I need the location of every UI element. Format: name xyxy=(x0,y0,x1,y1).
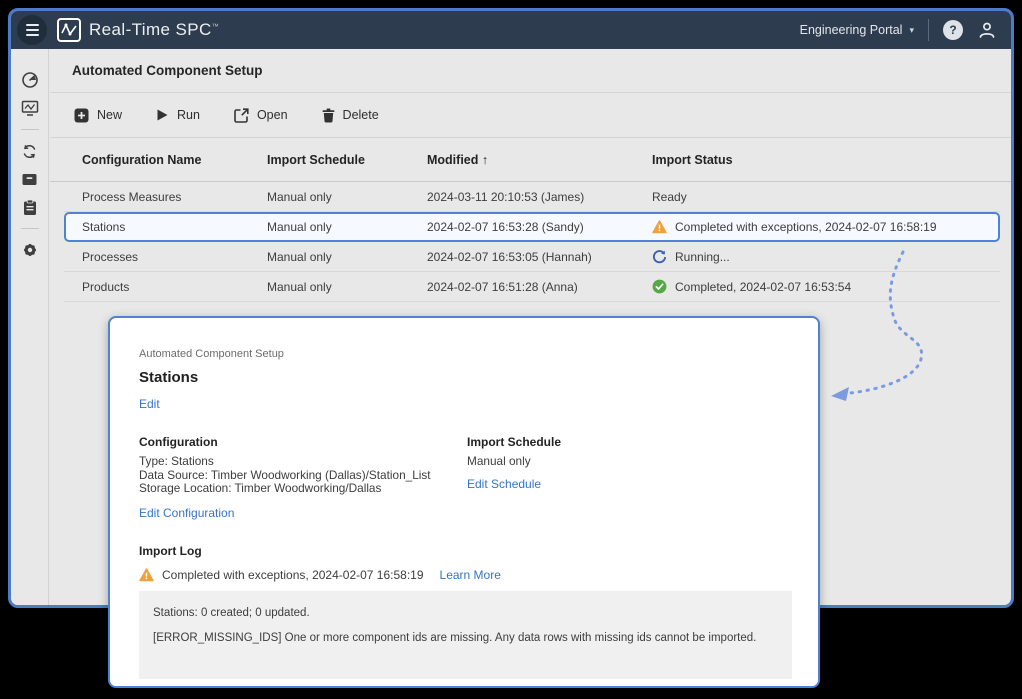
spc-logo-icon xyxy=(57,18,81,42)
plus-icon xyxy=(74,108,89,123)
open-external-icon xyxy=(234,108,249,123)
import-schedule: Manual only xyxy=(267,250,427,264)
page-header: Automated Component Setup xyxy=(50,49,1011,93)
import-log-section: Import Log Completed with exceptions, 20… xyxy=(139,544,788,679)
sidebar-item-archive[interactable] xyxy=(17,166,43,192)
left-sidebar xyxy=(11,49,49,605)
status-text: Running... xyxy=(675,250,730,264)
top-bar: Real-Time SPC™ Engineering Portal ▾ ? xyxy=(11,11,1011,49)
user-icon[interactable] xyxy=(977,20,997,40)
table-header: Configuration Name Import Schedule Modif… xyxy=(50,138,1011,182)
detail-panel: Automated Component Setup Stations Edit … xyxy=(108,316,820,688)
table-row-stations[interactable]: Stations Manual only 2024-02-07 16:53:28… xyxy=(64,212,1000,242)
portal-dropdown[interactable]: Engineering Portal ▾ xyxy=(800,23,914,37)
modified: 2024-03-11 20:10:53 (James) xyxy=(427,190,652,204)
edit-schedule-link[interactable]: Edit Schedule xyxy=(467,477,541,491)
gauge-icon xyxy=(21,71,39,89)
hamburger-menu-icon[interactable] xyxy=(17,15,47,45)
warning-icon xyxy=(652,220,667,235)
panel-title: Stations xyxy=(139,369,788,386)
import-schedule-value: Manual only xyxy=(467,455,561,469)
column-import-schedule[interactable]: Import Schedule xyxy=(267,153,427,167)
sidebar-divider xyxy=(21,129,39,130)
topbar-divider xyxy=(928,19,929,41)
import-schedule: Manual only xyxy=(267,220,427,234)
warning-icon xyxy=(139,568,154,582)
config-type: Type: Stations xyxy=(139,455,467,469)
log-status-text: Completed with exceptions, 2024-02-07 16… xyxy=(162,568,424,582)
configuration-heading: Configuration xyxy=(139,435,467,449)
success-icon xyxy=(652,279,667,294)
column-configuration-name[interactable]: Configuration Name xyxy=(82,153,267,167)
gear-icon xyxy=(21,241,39,259)
config-data-source: Data Source: Timber Woodworking (Dallas)… xyxy=(139,469,467,483)
modified: 2024-02-07 16:53:05 (Hannah) xyxy=(427,250,652,264)
edit-configuration-link[interactable]: Edit Configuration xyxy=(139,506,234,520)
table-row-processes[interactable]: Processes Manual only 2024-02-07 16:53:0… xyxy=(64,242,1000,272)
chart-monitor-icon xyxy=(21,99,39,117)
play-icon xyxy=(156,108,169,122)
log-output-box: Stations: 0 created; 0 updated. [ERROR_M… xyxy=(139,591,792,679)
config-name: Process Measures xyxy=(82,190,267,204)
page-title: Automated Component Setup xyxy=(72,63,263,78)
run-button[interactable]: Run xyxy=(156,108,200,122)
log-line: Stations: 0 created; 0 updated. xyxy=(153,607,778,619)
status-text: Completed, 2024-02-07 16:53:54 xyxy=(675,280,851,294)
trademark: ™ xyxy=(212,23,219,30)
log-line: [ERROR_MISSING_IDS] One or more componen… xyxy=(153,632,778,644)
config-name: Products xyxy=(82,280,267,294)
import-log-heading: Import Log xyxy=(139,544,788,558)
app-title: Real-Time SPC™ xyxy=(89,20,219,40)
panel-eyebrow: Automated Component Setup xyxy=(139,348,788,360)
chevron-down-icon: ▾ xyxy=(909,25,914,36)
clipboard-icon xyxy=(22,199,38,216)
configuration-section: Configuration Type: Stations Data Source… xyxy=(139,435,467,522)
sidebar-item-clipboard[interactable] xyxy=(17,194,43,220)
sidebar-item-sync[interactable] xyxy=(17,138,43,164)
import-schedule-heading: Import Schedule xyxy=(467,435,561,449)
modified: 2024-02-07 16:51:28 (Anna) xyxy=(427,280,652,294)
new-button[interactable]: New xyxy=(74,108,122,123)
edit-link[interactable]: Edit xyxy=(139,397,160,411)
import-status: Ready xyxy=(652,190,1000,204)
sidebar-item-settings[interactable] xyxy=(17,237,43,263)
status-text: Completed with exceptions, 2024-02-07 16… xyxy=(675,220,937,234)
config-name: Stations xyxy=(82,220,267,234)
trash-icon xyxy=(322,108,335,123)
help-icon[interactable]: ? xyxy=(943,20,963,40)
import-status: Completed, 2024-02-07 16:53:54 xyxy=(652,279,1000,294)
sidebar-divider xyxy=(21,228,39,229)
column-import-status[interactable]: Import Status xyxy=(652,153,1011,167)
import-status: Completed with exceptions, 2024-02-07 16… xyxy=(652,220,998,235)
screen: Real-Time SPC™ Engineering Portal ▾ ? xyxy=(0,0,1022,699)
table-row-products[interactable]: Products Manual only 2024-02-07 16:51:28… xyxy=(64,272,1000,302)
modified: 2024-02-07 16:53:28 (Sandy) xyxy=(427,220,652,234)
import-schedule: Manual only xyxy=(267,190,427,204)
config-storage-location: Storage Location: Timber Woodworking/Dal… xyxy=(139,482,467,496)
delete-button[interactable]: Delete xyxy=(322,108,379,123)
table-row-process-measures[interactable]: Process Measures Manual only 2024-03-11 … xyxy=(64,182,1000,212)
sort-ascending-icon: ↑ xyxy=(482,153,488,167)
column-modified[interactable]: Modified ↑ xyxy=(427,153,652,167)
import-schedule-section: Import Schedule Manual only Edit Schedul… xyxy=(467,435,561,522)
running-icon xyxy=(652,249,667,264)
import-status: Running... xyxy=(652,249,1000,264)
sync-icon xyxy=(21,143,38,160)
archive-icon xyxy=(21,171,38,188)
config-name: Processes xyxy=(82,250,267,264)
sidebar-item-charts[interactable] xyxy=(17,95,43,121)
status-text: Ready xyxy=(652,190,687,204)
toolbar: New Run Open xyxy=(50,93,1011,138)
learn-more-link[interactable]: Learn More xyxy=(440,568,501,582)
open-button[interactable]: Open xyxy=(234,108,288,123)
sidebar-item-dashboard[interactable] xyxy=(17,67,43,93)
import-schedule: Manual only xyxy=(267,280,427,294)
